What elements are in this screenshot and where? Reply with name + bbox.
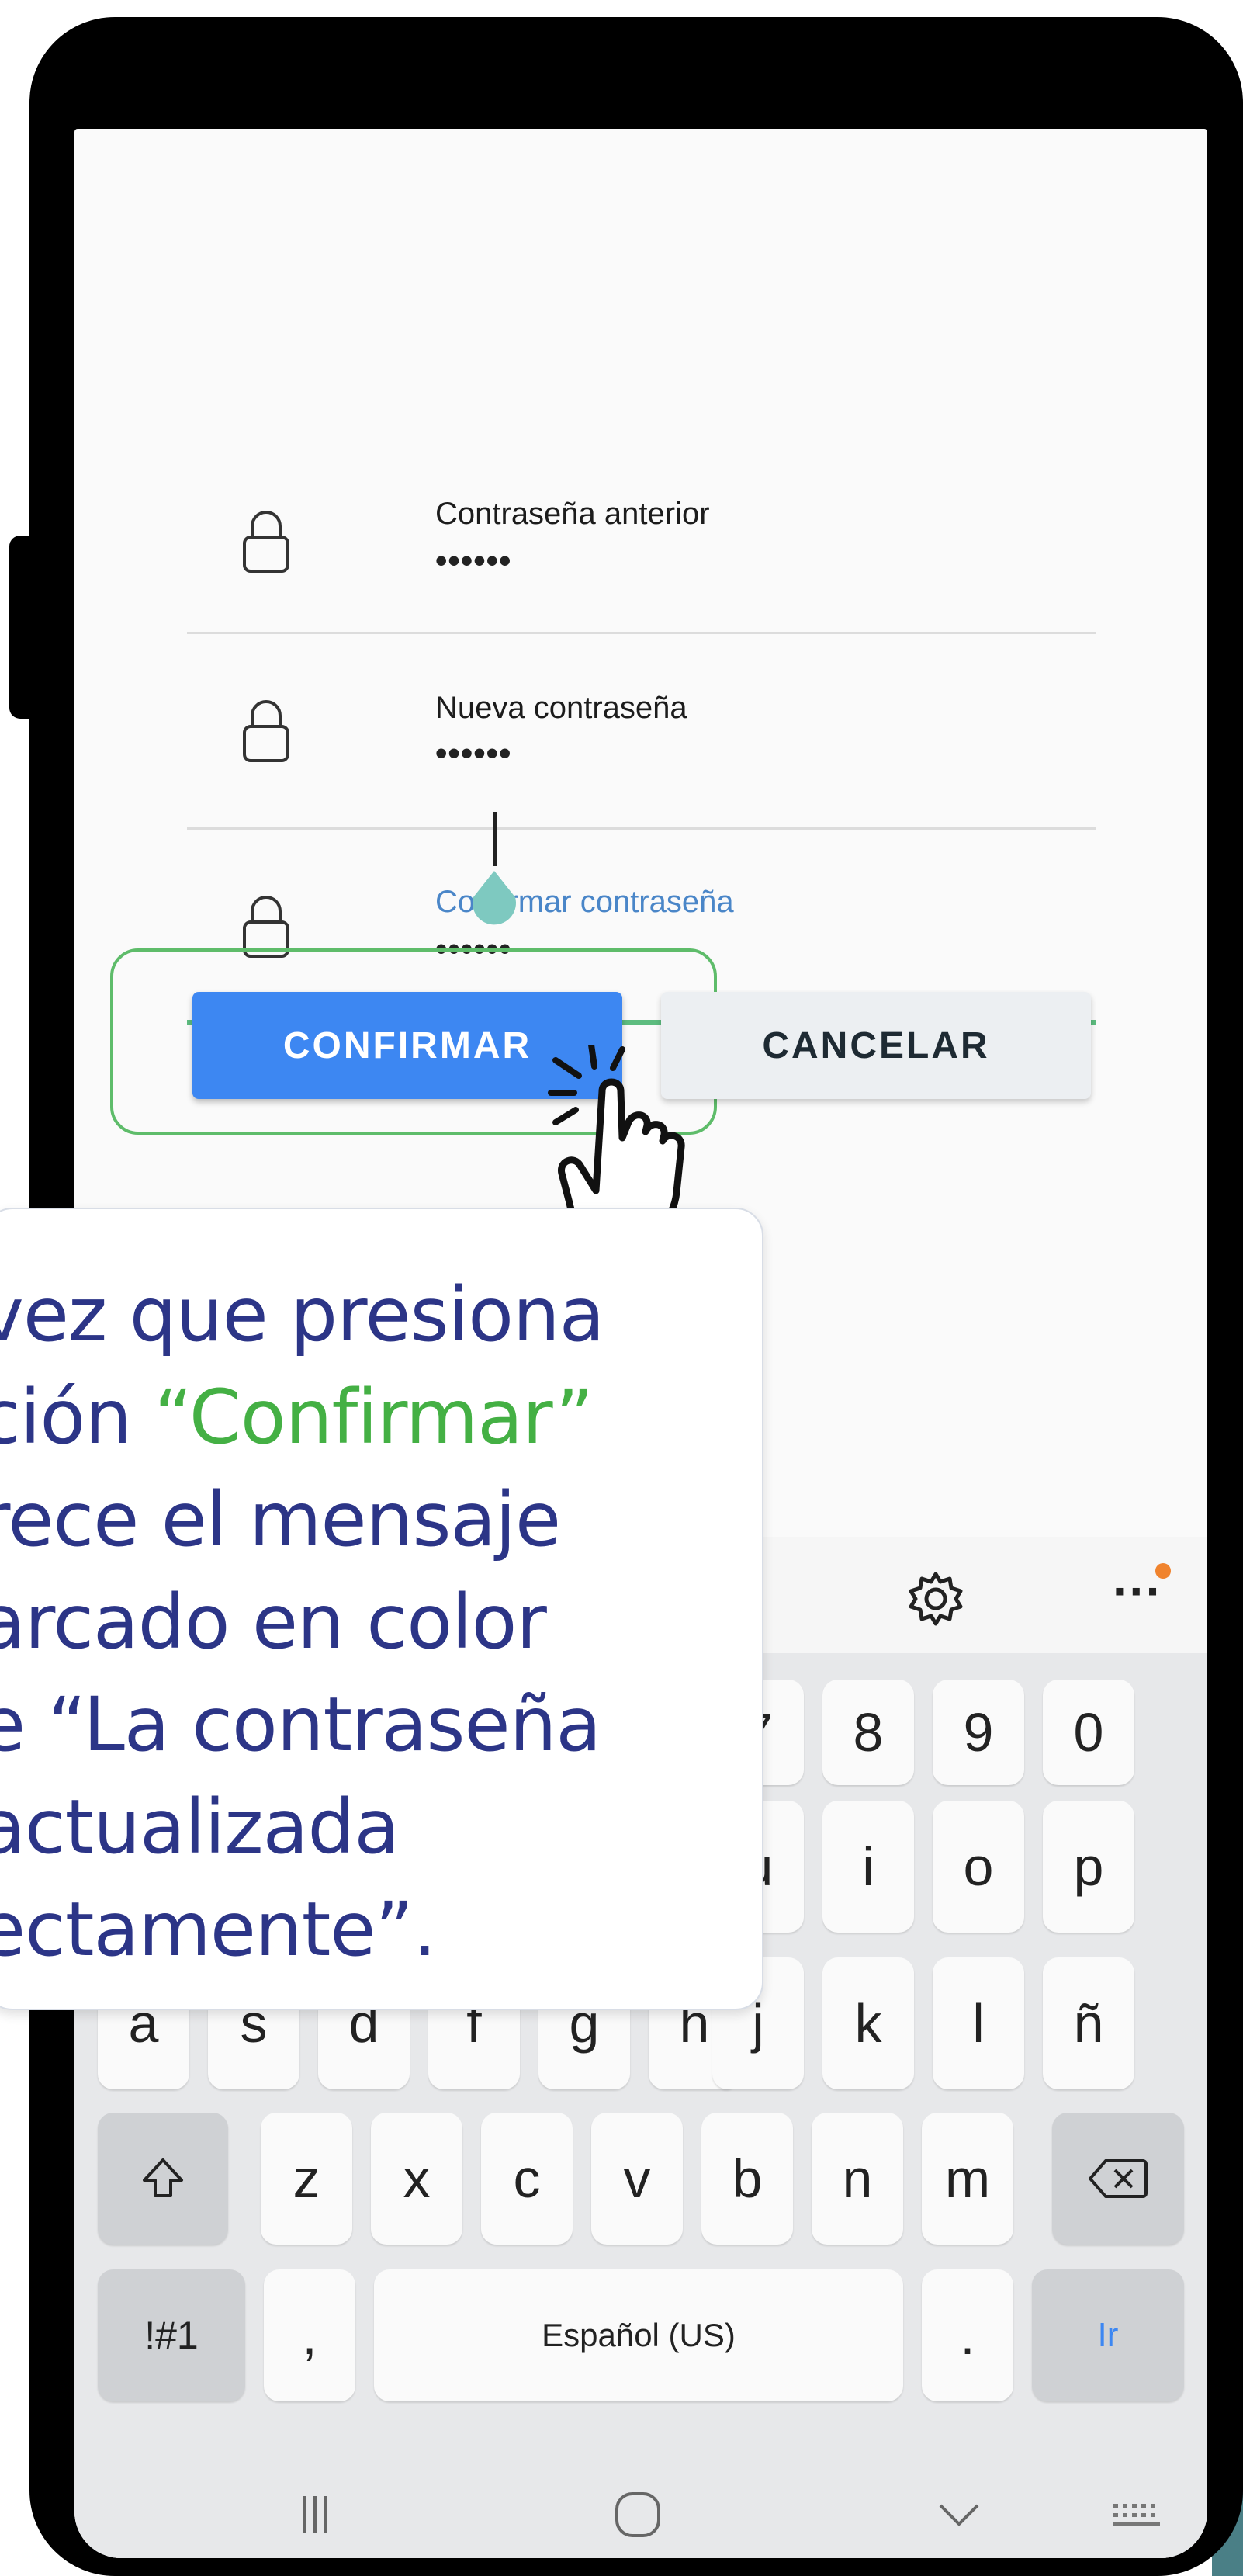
key-c[interactable]: c [481, 2113, 573, 2245]
shift-arrow-icon [143, 2158, 183, 2197]
new-password-field[interactable]: Nueva contraseña •••••• [187, 649, 1096, 831]
field-divider [187, 827, 1096, 830]
callout-line-6: actualizada [0, 1784, 400, 1870]
key-0[interactable]: 0 [1043, 1680, 1134, 1785]
keyboard-switch-icon[interactable] [1106, 2484, 1169, 2546]
lock-icon [243, 511, 289, 573]
key-l[interactable]: l [933, 1957, 1024, 2089]
callout-line-7: ectamente”. [0, 1886, 437, 1973]
key-b[interactable]: b [701, 2113, 793, 2245]
key-n[interactable]: n [812, 2113, 903, 2245]
key-p[interactable]: p [1043, 1801, 1134, 1933]
recent-apps-icon[interactable] [284, 2484, 346, 2546]
key-m[interactable]: m [922, 2113, 1013, 2245]
go-key[interactable]: Ir [1032, 2269, 1184, 2401]
key-k[interactable]: k [822, 1957, 914, 2089]
key-enye[interactable]: ñ [1043, 1957, 1134, 2089]
callout-line-5: e “La contraseña [0, 1681, 601, 1768]
callout-line-1: vez que presiona [0, 1271, 605, 1358]
key-i[interactable]: i [822, 1801, 914, 1933]
old-password-label: Contraseña anterior [435, 497, 710, 531]
notification-dot [1155, 1563, 1171, 1579]
field-divider [187, 632, 1096, 634]
symbols-key[interactable]: !#1 [98, 2269, 245, 2401]
key-z[interactable]: z [261, 2113, 352, 2245]
shift-key[interactable] [98, 2113, 228, 2245]
old-password-field[interactable]: Contraseña anterior •••••• [187, 455, 1096, 637]
cursor-handle[interactable] [461, 866, 528, 933]
lock-icon [243, 700, 289, 762]
callout-line-2: ción [0, 1374, 132, 1461]
space-key[interactable]: Español (US) [374, 2269, 903, 2401]
text-cursor [493, 812, 497, 866]
more-options-icon[interactable]: ··· [1113, 1566, 1162, 1616]
key-x[interactable]: x [371, 2113, 462, 2245]
new-password-value[interactable]: •••••• [435, 734, 511, 773]
new-password-label: Nueva contraseña [435, 691, 687, 725]
old-password-value[interactable]: •••••• [435, 542, 511, 581]
period-key[interactable]: . [922, 2269, 1013, 2401]
key-o[interactable]: o [933, 1801, 1024, 1933]
comma-key[interactable]: , [264, 2269, 355, 2401]
backspace-key[interactable] [1052, 2113, 1184, 2245]
settings-icon[interactable] [905, 1568, 967, 1630]
navigation-bar [74, 2470, 1207, 2558]
key-v[interactable]: v [591, 2113, 683, 2245]
key-8[interactable]: 8 [822, 1680, 914, 1785]
home-icon[interactable] [607, 2484, 669, 2546]
callout-text: vez que presiona ción “Confirmar” rece e… [0, 1264, 605, 1981]
callout-line-4: arcado en color [0, 1579, 547, 1666]
backspace-icon [1089, 2159, 1148, 2198]
callout-line-3: rece el mensaje [0, 1476, 561, 1563]
instruction-callout: vez que presiona ción “Confirmar” rece e… [0, 1208, 763, 2010]
key-9[interactable]: 9 [933, 1680, 1024, 1785]
callout-highlight-confirmar: “Confirmar” [154, 1374, 594, 1461]
chevron-down-icon[interactable] [928, 2484, 990, 2546]
phone-side-button [9, 536, 33, 719]
